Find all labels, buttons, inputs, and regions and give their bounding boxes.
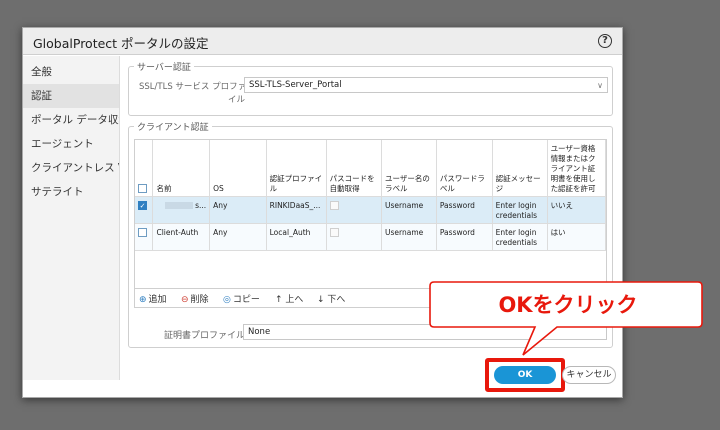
cancel-button[interactable]: キャンセル [562, 366, 616, 384]
ok-highlight-frame [485, 358, 565, 392]
callout-text: OKをクリック [498, 293, 638, 317]
callout-bubble [429, 281, 703, 356]
